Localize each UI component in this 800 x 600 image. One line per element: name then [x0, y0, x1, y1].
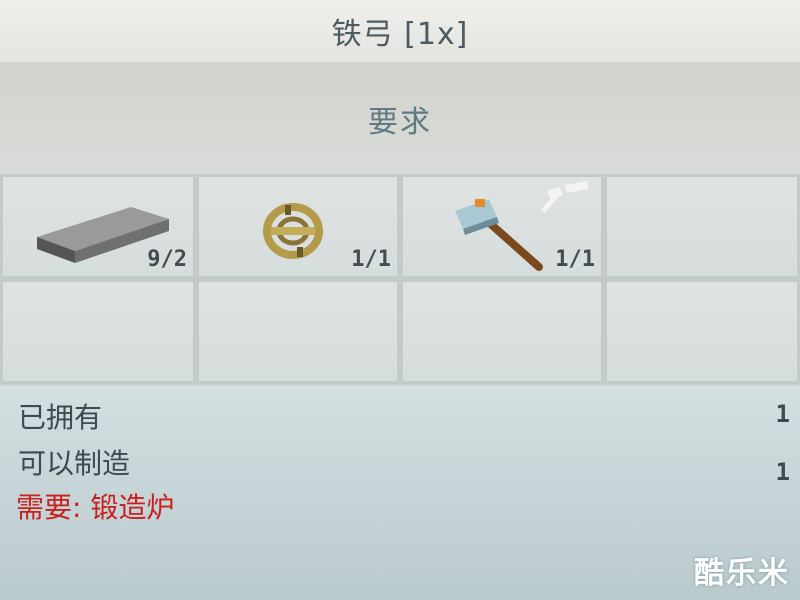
rope-coil-icon [263, 203, 323, 259]
title-bar: 铁弓 [1x] [0, 0, 800, 64]
needs-station-text: 需要: 锻造炉 [16, 491, 175, 524]
requirements-heading: 要求 [368, 105, 432, 140]
requirement-slot-empty [604, 174, 800, 279]
requirement-slot-empty [604, 279, 800, 384]
requirement-count: 9/2 [147, 247, 187, 272]
requirements-header: 要求 [0, 64, 800, 174]
owned-label: 已拥有 [18, 401, 103, 434]
requirement-count: 1/1 [351, 247, 391, 272]
requirement-count: 1/1 [555, 247, 595, 272]
requirement-slot-empty [196, 279, 400, 384]
info-panel: 已拥有 1 可以制造 1 需要: 锻造炉 酷乐米 [0, 386, 800, 600]
requirement-slot-rope[interactable]: 1/1 [196, 174, 400, 279]
owned-value: 1 [775, 400, 790, 428]
craftable-value: 1 [775, 458, 790, 486]
requirements-grid: 9/2 1/1 1/1 [0, 174, 800, 384]
requirement-slot-empty [400, 279, 604, 384]
craftable-label: 可以制造 [18, 447, 131, 480]
hammer-tool-icon [541, 181, 589, 213]
item-title: 铁弓 [1x] [331, 17, 469, 52]
requirement-slot-iron-ingot[interactable]: 9/2 [0, 174, 196, 279]
watermark-logo: 酷乐米 [694, 556, 790, 591]
requirement-slot-hammer[interactable]: 1/1 [400, 174, 604, 279]
requirement-slot-empty [0, 279, 196, 384]
